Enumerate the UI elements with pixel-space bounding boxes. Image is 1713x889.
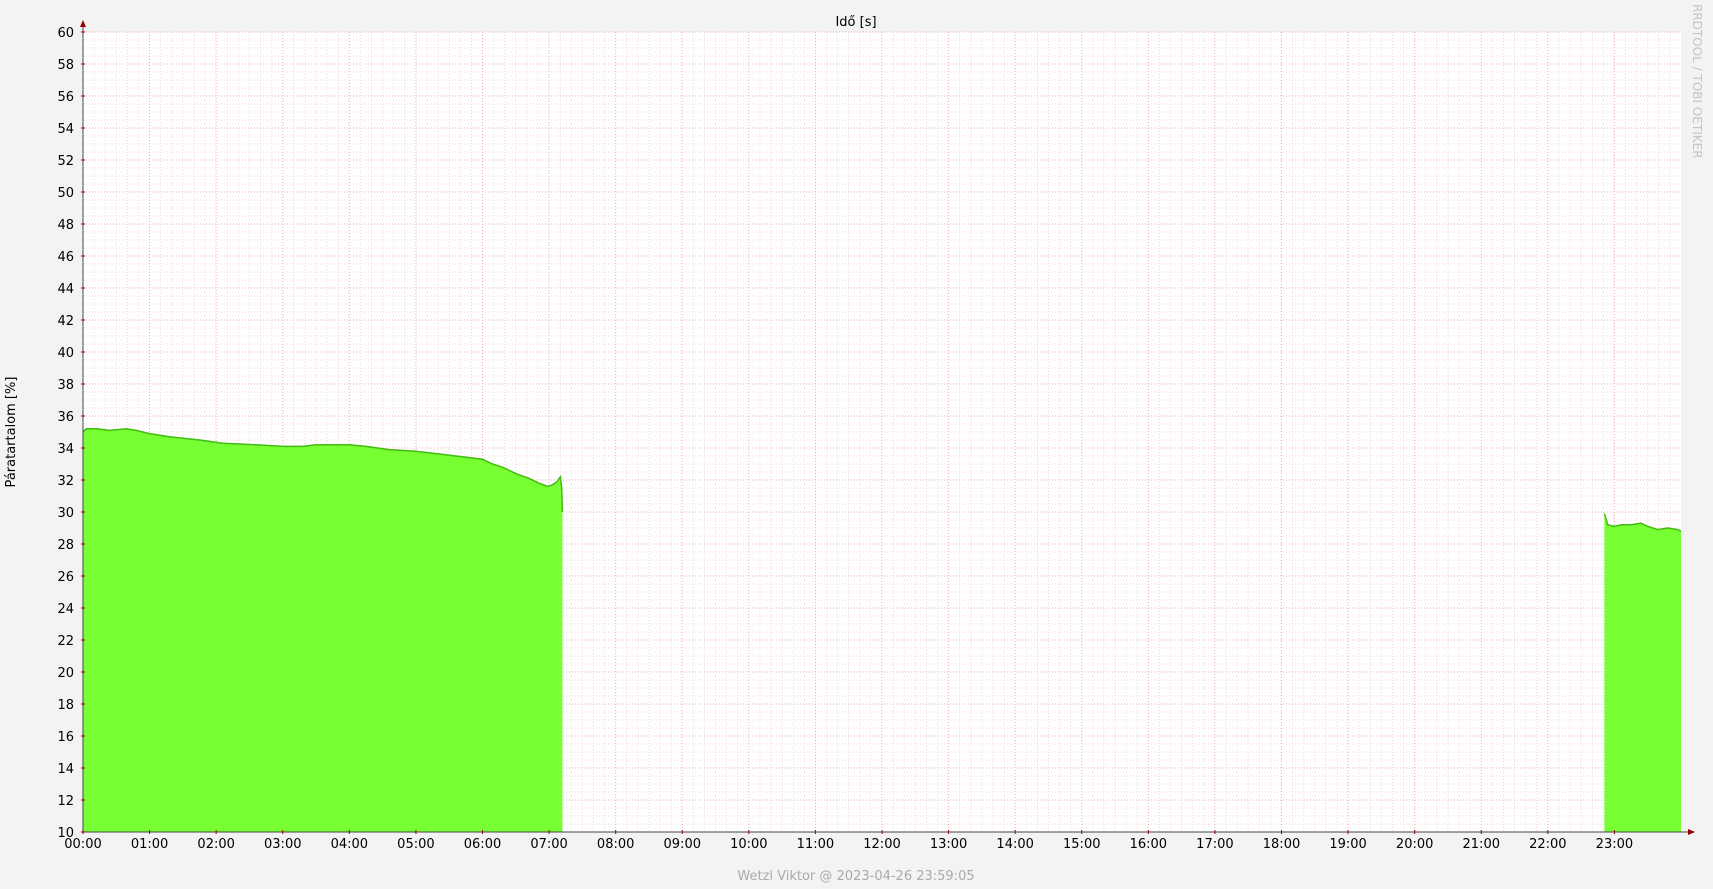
x-tick-label: 13:00 — [930, 837, 967, 852]
x-tick-label: 18:00 — [1263, 837, 1300, 852]
chart-title: Idő [s] — [835, 15, 876, 30]
x-tick-label: 12:00 — [863, 837, 900, 852]
x-tick-label: 00:00 — [64, 837, 101, 852]
chart-footer: Wetzl Viktor @ 2023-04-26 23:59:05 — [737, 869, 974, 884]
x-tick-label: 14:00 — [996, 837, 1033, 852]
x-tick-label: 10:00 — [730, 837, 767, 852]
y-tick-label: 36 — [57, 410, 74, 425]
x-tick-label: 20:00 — [1396, 837, 1433, 852]
y-tick-label: 18 — [57, 698, 74, 713]
x-tick-label: 15:00 — [1063, 837, 1100, 852]
x-tick-label: 04:00 — [331, 837, 368, 852]
humidity-area-1 — [83, 428, 563, 832]
x-tick-label: 02:00 — [197, 837, 234, 852]
y-tick-label: 54 — [57, 122, 74, 137]
x-tick-label: 19:00 — [1329, 837, 1366, 852]
y-tick-label: 40 — [57, 346, 74, 361]
y-tick-label: 44 — [57, 282, 74, 297]
x-tick-label: 06:00 — [464, 837, 501, 852]
y-tick-label: 50 — [57, 186, 74, 201]
y-tick-label: 52 — [57, 154, 74, 169]
x-tick-label: 01:00 — [131, 837, 168, 852]
y-tick-label: 48 — [57, 218, 74, 233]
y-tick-label: 60 — [57, 26, 74, 41]
x-tick-label: 16:00 — [1130, 837, 1167, 852]
y-tick-label: 28 — [57, 538, 74, 553]
y-tick-label: 32 — [57, 474, 74, 489]
x-tick-label: 03:00 — [264, 837, 301, 852]
y-tick-label: 26 — [57, 570, 74, 585]
y-tick-label: 34 — [57, 442, 74, 457]
humidity-chart: 1012141618202224262830323436384042444648… — [0, 0, 1713, 889]
y-tick-label: 42 — [57, 314, 74, 329]
y-tick-label: 12 — [57, 794, 74, 809]
watermark-text: RRDTOOL / TOBI OETIKER — [1690, 4, 1704, 159]
x-tick-label: 09:00 — [664, 837, 701, 852]
chart-container: 10 12 14 16 18 20 22 24 26 28 30 32 34 36 38 40 42 44 46 48… — [0, 0, 1713, 889]
x-tick-label: 08:00 — [597, 837, 634, 852]
x-tick-label: 05:00 — [397, 837, 434, 852]
x-tick-label: 07:00 — [530, 837, 567, 852]
y-tick-label: 24 — [57, 602, 74, 617]
x-tick-label: 23:00 — [1596, 837, 1633, 852]
y-tick-label: 46 — [57, 250, 74, 265]
humidity-area-2 — [1604, 513, 1681, 832]
y-tick-label: 16 — [57, 730, 74, 745]
y-tick-label: 20 — [57, 666, 74, 681]
y-tick-label: 56 — [57, 90, 74, 105]
x-tick-label: 17:00 — [1196, 837, 1233, 852]
x-tick-label: 11:00 — [797, 837, 834, 852]
y-axis-label: Páratartalom [%] — [4, 377, 19, 488]
y-tick-label: 58 — [57, 58, 74, 73]
y-tick-label: 22 — [57, 634, 74, 649]
y-tick-label: 38 — [57, 378, 74, 393]
x-tick-label: 21:00 — [1463, 837, 1500, 852]
y-tick-label: 30 — [57, 506, 74, 521]
x-tick-label: 22:00 — [1529, 837, 1566, 852]
y-tick-label: 14 — [57, 762, 74, 777]
